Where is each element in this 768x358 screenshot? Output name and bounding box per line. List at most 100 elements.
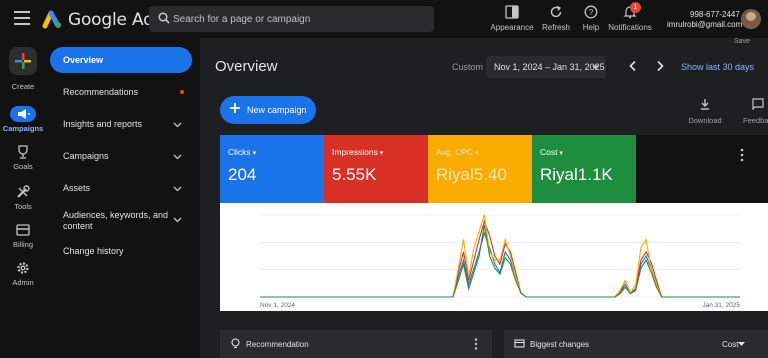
- page-title: Overview: [215, 58, 278, 75]
- more-vert-icon[interactable]: [474, 338, 478, 350]
- google-ads-logo[interactable]: [42, 9, 64, 29]
- nav-item-label: Change history: [63, 246, 124, 256]
- new-campaign-label: New campaign: [247, 105, 307, 115]
- help-label: Help: [582, 23, 600, 32]
- metric-label: Impressions: [332, 147, 383, 157]
- campaigns-label: Campaigns: [2, 124, 44, 133]
- metric-cards: Clicks 204 Impressions 5.55K Avg. CPC Ri…: [220, 135, 768, 203]
- biggest-changes-card[interactable]: Biggest changes Cost: [504, 330, 768, 358]
- nav-item-label: Recommendations: [63, 87, 139, 97]
- menu-icon[interactable]: [14, 11, 30, 27]
- nav-item-assets[interactable]: Assets: [50, 175, 192, 201]
- metric-card-cost[interactable]: Cost Riyal1.1K: [532, 135, 636, 203]
- nav-item-label: Audiences, keywords, and content: [63, 210, 169, 231]
- goals-label: Goals: [13, 162, 33, 171]
- rail-item-create-label[interactable]: Create: [0, 80, 46, 91]
- lightbulb-icon: [231, 338, 240, 349]
- save-button[interactable]: Save: [734, 38, 750, 45]
- dropdown-arrow-icon: [592, 65, 599, 70]
- campaigns-icon: [18, 109, 30, 119]
- notifications-label: Notifications: [608, 23, 652, 32]
- rail-item-tools[interactable]: Tools: [0, 184, 46, 211]
- nav-item-label: Campaigns: [63, 151, 109, 161]
- refresh-button[interactable]: Refresh: [540, 5, 572, 35]
- account-id[interactable]: 998-677-2447: [690, 10, 740, 19]
- metric-label: Cost: [540, 147, 563, 157]
- metric-card-avg-cpc[interactable]: Avg. CPC Riyal5.40: [428, 135, 532, 203]
- billing-label: Billing: [12, 240, 33, 249]
- rail-item-goals[interactable]: Goals: [0, 144, 46, 171]
- nav-item-campaigns[interactable]: Campaigns: [50, 143, 192, 169]
- show-last-30-days-link[interactable]: Show last 30 days: [681, 62, 754, 72]
- series-line-avg-cpc: [260, 214, 740, 298]
- chevron-down-icon: [173, 154, 182, 160]
- tools-icon: [17, 185, 30, 198]
- chevron-right-icon[interactable]: [653, 59, 667, 73]
- nav-item-insights[interactable]: Insights and reports: [50, 111, 192, 137]
- left-rail: Create Campaigns Goals Tools Billing Adm…: [0, 38, 46, 358]
- notification-dot: [180, 90, 184, 94]
- search-input[interactable]: [173, 6, 428, 32]
- appearance-button[interactable]: Appearance: [490, 5, 534, 35]
- chevron-down-icon: [173, 122, 182, 128]
- series-line-cost: [260, 224, 740, 298]
- date-range-picker[interactable]: Nov 1, 2024 – Jan 31, 2025: [486, 56, 606, 78]
- recommendation-card[interactable]: Recommendation: [220, 330, 492, 358]
- notification-badge: 1: [630, 2, 641, 13]
- account-email[interactable]: imrulrobi@gmail.com: [667, 20, 742, 29]
- nav-item-label: Assets: [63, 183, 91, 193]
- performance-chart: Nov 1, 2024 Jan 31, 2025: [220, 203, 768, 311]
- date-mode-label: Custom: [452, 62, 484, 72]
- search-icon: [158, 12, 170, 24]
- feedback-button[interactable]: Feedback: [740, 98, 768, 125]
- metric-value: 204: [228, 165, 257, 184]
- x-tick-label-end: Jan 31, 2025: [702, 302, 740, 309]
- changes-icon: [514, 339, 525, 348]
- tools-label: Tools: [14, 202, 32, 211]
- more-vert-icon[interactable]: [740, 148, 744, 162]
- avatar[interactable]: [741, 9, 761, 29]
- top-bar: Google Ads Appearance Refresh ? Help: [0, 0, 768, 38]
- nav-item-audiences[interactable]: Audiences, keywords, and content: [50, 205, 192, 235]
- search-box[interactable]: [149, 6, 434, 32]
- download-button[interactable]: Download: [687, 98, 723, 125]
- new-campaign-button[interactable]: New campaign: [220, 96, 316, 124]
- nav-item-recommendations[interactable]: Recommendations: [50, 79, 192, 105]
- metric-value: Riyal5.40: [436, 165, 507, 184]
- refresh-label: Refresh: [541, 23, 570, 32]
- svg-text:?: ?: [589, 8, 594, 17]
- chevron-down-icon: [173, 186, 182, 192]
- metric-label: Clicks: [228, 147, 256, 157]
- plus-icon: [230, 103, 240, 113]
- trophy-icon: [18, 145, 28, 159]
- refresh-icon: [550, 5, 562, 18]
- appearance-icon: [505, 5, 519, 19]
- help-button[interactable]: ? Help: [580, 5, 602, 35]
- date-range-value: Nov 1, 2024 – Jan 31, 2025: [494, 62, 605, 72]
- metric-card-impressions[interactable]: Impressions 5.55K: [324, 135, 428, 203]
- cost-dropdown[interactable]: Cost: [722, 340, 738, 349]
- nav-item-label: Insights and reports: [63, 119, 143, 129]
- rail-item-campaigns[interactable]: Campaigns: [0, 106, 46, 133]
- create-label: Create: [11, 82, 35, 91]
- nav-item-overview[interactable]: Overview: [50, 47, 192, 73]
- feedback-icon: [752, 98, 764, 110]
- rail-item-admin[interactable]: Admin: [0, 260, 46, 287]
- gear-icon: [17, 262, 29, 274]
- card-title: Recommendation: [246, 340, 309, 349]
- appearance-label: Appearance: [490, 23, 534, 32]
- nav-panel: Overview Recommendations Insights and re…: [46, 38, 200, 358]
- nav-item-label: Overview: [63, 55, 104, 65]
- dropdown-arrow-icon: [738, 342, 745, 346]
- rail-item-billing[interactable]: Billing: [0, 222, 46, 249]
- feedback-label: Feedback: [743, 116, 768, 125]
- card-title: Biggest changes: [530, 340, 590, 349]
- download-label: Download: [688, 116, 722, 125]
- chevron-left-icon[interactable]: [626, 59, 640, 73]
- metric-value: 5.55K: [332, 165, 377, 184]
- plus-icon: [15, 53, 31, 69]
- create-button[interactable]: [9, 47, 37, 75]
- metric-card-clicks[interactable]: Clicks 204: [220, 135, 324, 203]
- help-icon: ?: [584, 5, 598, 19]
- nav-item-change-history[interactable]: Change history: [50, 238, 192, 264]
